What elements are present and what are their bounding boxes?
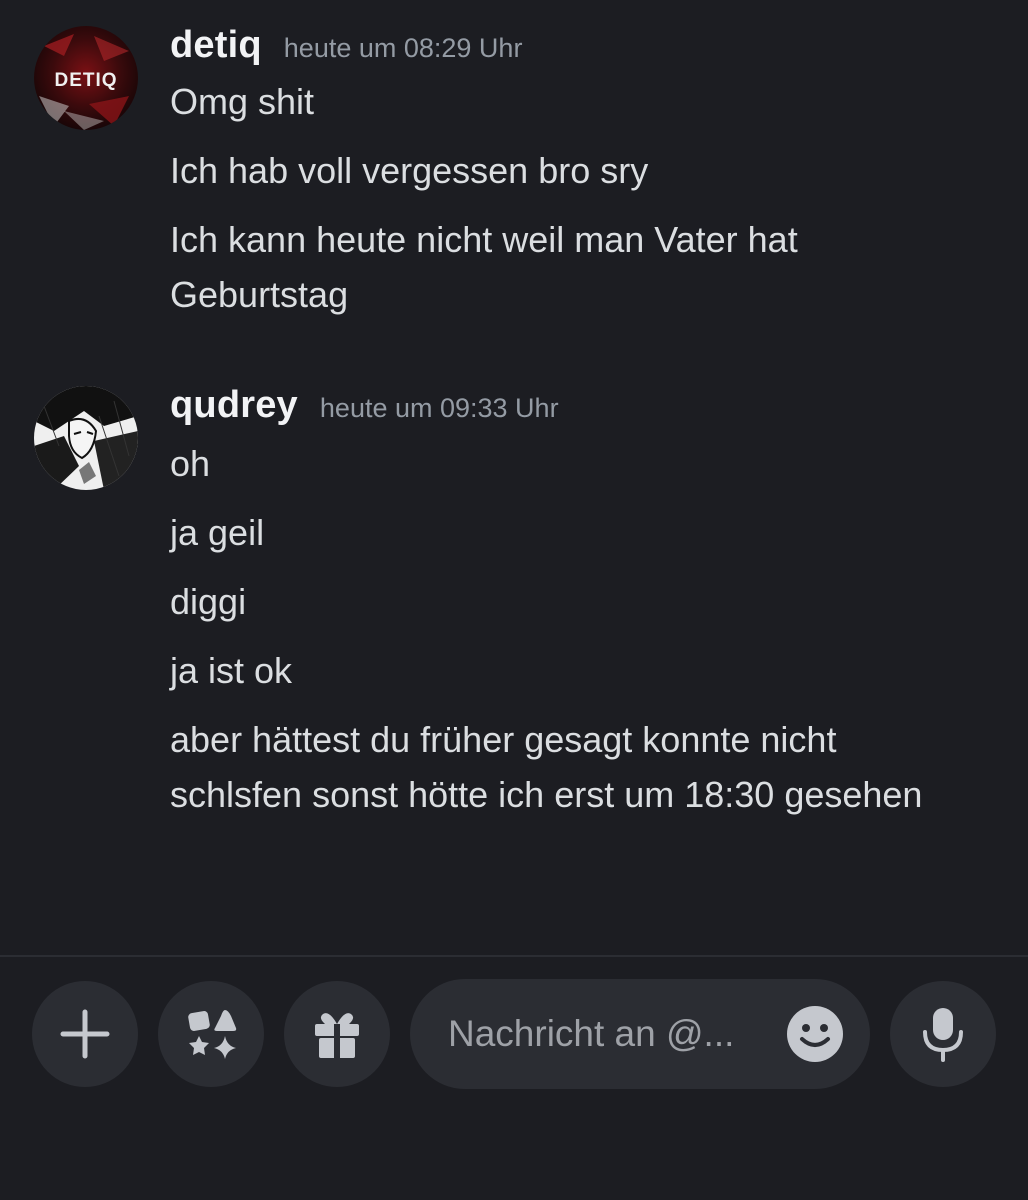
message-header: detiq heute um 08:29 Uhr xyxy=(170,24,522,67)
add-button[interactable] xyxy=(32,981,138,1087)
message-composer: Nachricht an @... xyxy=(0,957,1028,1200)
chat-area: DETIQ detiq heute um 08:29 Uhr Omg shit … xyxy=(0,0,1028,955)
emoji-icon xyxy=(787,1006,843,1062)
message-text[interactable]: Ich kann heute nicht weil man Vater hat … xyxy=(170,212,910,322)
apps-button[interactable] xyxy=(158,981,264,1087)
message-input[interactable]: Nachricht an @... xyxy=(410,979,870,1089)
voice-message-button[interactable] xyxy=(890,981,996,1087)
message-text[interactable]: oh xyxy=(170,436,970,491)
gift-button[interactable] xyxy=(284,981,390,1087)
message-list: oh ja geil diggi ja ist ok aber hättest … xyxy=(170,436,970,836)
message-text[interactable]: ja geil xyxy=(170,505,970,560)
emoji-button[interactable] xyxy=(786,1005,844,1063)
username[interactable]: qudrey xyxy=(170,384,298,427)
message-input-placeholder: Nachricht an @... xyxy=(448,1013,735,1054)
message-header: qudrey heute um 09:33 Uhr xyxy=(170,384,559,427)
gift-icon xyxy=(315,1013,359,1058)
avatar-logo-text: DETIQ xyxy=(54,70,117,91)
message-text[interactable]: diggi xyxy=(170,574,970,629)
message-text[interactable]: Ich hab voll vergessen bro sry xyxy=(170,143,970,198)
message-list: Omg shit Ich hab voll vergessen bro sry … xyxy=(170,74,970,336)
microphone-icon xyxy=(923,1008,963,1062)
message-text[interactable]: ja ist ok xyxy=(170,643,970,698)
plus-icon xyxy=(60,1009,110,1059)
message-text[interactable]: aber hättest du früher gesagt konnte nic… xyxy=(170,712,960,822)
timestamp: heute um 09:33 Uhr xyxy=(319,393,559,423)
avatar[interactable]: DETIQ xyxy=(34,26,138,130)
username[interactable]: detiq xyxy=(170,24,262,67)
apps-icon xyxy=(188,1010,237,1059)
avatar[interactable] xyxy=(34,386,138,490)
timestamp: heute um 08:29 Uhr xyxy=(283,33,523,63)
message-text[interactable]: Omg shit xyxy=(170,74,970,129)
